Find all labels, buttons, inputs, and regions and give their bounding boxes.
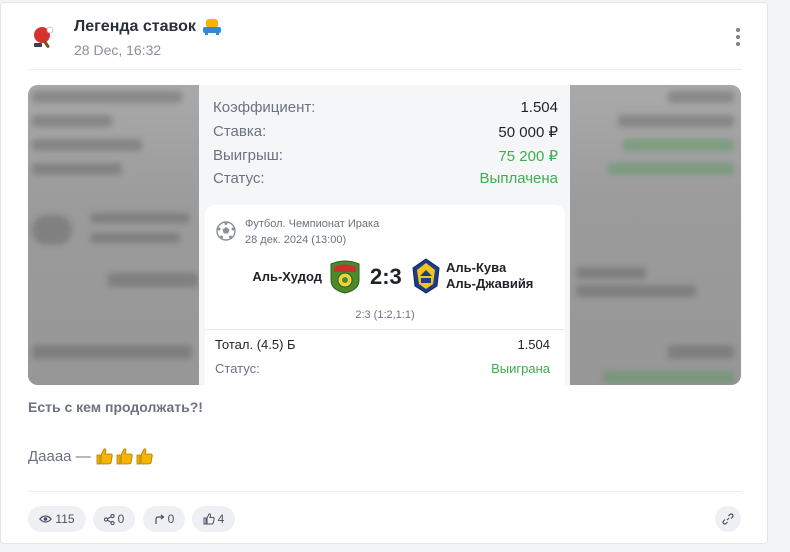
event-card: Футбол. Чемпионат Ирака 28 дек. 2024 (13… bbox=[205, 205, 565, 385]
match-score: 2:3 bbox=[370, 264, 402, 289]
stake-value: 50 000 ₽ bbox=[498, 124, 558, 141]
post-card: Легенда ставок 28 Dec, 16:32 Коэффициент… bbox=[0, 2, 768, 544]
footer-divider bbox=[28, 491, 742, 492]
event-status-row: Статус: Выиграна bbox=[215, 361, 550, 376]
link-button[interactable] bbox=[715, 506, 741, 532]
seat-emoji-icon bbox=[202, 19, 221, 35]
views-counter[interactable]: 115 bbox=[28, 506, 86, 532]
share-count: 0 bbox=[117, 512, 125, 526]
coef-label: Коэффициент: bbox=[213, 99, 316, 116]
more-vertical-icon[interactable] bbox=[728, 25, 748, 49]
thumbs-up-icon bbox=[203, 513, 215, 525]
likes-count: 4 bbox=[217, 512, 225, 526]
away-team: Аль-Кува Аль-Джавийя bbox=[446, 260, 533, 292]
post-body: Даааа — bbox=[28, 447, 155, 465]
post-date: 28 Dec, 16:32 bbox=[74, 42, 162, 58]
status-value: Выплачена bbox=[479, 170, 558, 187]
market-label: Тотал. (4.5) Б bbox=[215, 337, 296, 352]
status-row: Статус: Выплачена bbox=[213, 170, 558, 187]
market-value: 1.504 bbox=[517, 337, 550, 352]
forward-button[interactable]: 0 bbox=[143, 506, 185, 532]
forward-count: 0 bbox=[167, 512, 175, 526]
event-date: 28 дек. 2024 (13:00) bbox=[245, 234, 347, 246]
stake-row: Ставка: 50 000 ₽ bbox=[213, 123, 558, 141]
post-body-text: Даааа — bbox=[28, 447, 91, 465]
channel-name-text: Легенда ставок bbox=[74, 18, 196, 35]
bet-screenshot-image[interactable]: Коэффициент: 1.504 Ставка: 50 000 ₽ Выиг… bbox=[28, 85, 741, 385]
views-count: 115 bbox=[55, 512, 75, 526]
market-row: Тотал. (4.5) Б 1.504 bbox=[215, 337, 550, 352]
header-divider bbox=[28, 69, 742, 70]
win-row: Выигрыш: 75 200 ₽ bbox=[213, 147, 558, 165]
halves-score: 2:3 (1:2,1:1) bbox=[355, 309, 415, 321]
away-team-line2: Аль-Джавийя bbox=[446, 276, 534, 291]
win-label: Выигрыш: bbox=[213, 147, 283, 164]
forward-icon bbox=[155, 514, 165, 524]
away-team-line1: Аль-Кува bbox=[446, 260, 507, 275]
league-name: Футбол. Чемпионат Ирака bbox=[245, 218, 380, 230]
home-team: Аль-Худод bbox=[252, 269, 322, 284]
share-button[interactable]: 0 bbox=[93, 506, 135, 532]
ping-pong-icon[interactable] bbox=[30, 23, 58, 51]
coef-row: Коэффициент: 1.504 bbox=[213, 99, 558, 116]
share-icon bbox=[103, 513, 115, 525]
away-team-crest-icon bbox=[412, 258, 440, 294]
event-status-value: Выиграна bbox=[491, 361, 550, 376]
like-button[interactable]: 4 bbox=[192, 506, 235, 532]
status-label: Статус: bbox=[213, 170, 265, 187]
event-divider bbox=[205, 329, 565, 330]
eye-icon bbox=[39, 515, 53, 523]
home-team-crest-icon bbox=[330, 260, 360, 294]
win-value: 75 200 ₽ bbox=[498, 148, 558, 165]
bet-slip: Коэффициент: 1.504 Ставка: 50 000 ₽ Выиг… bbox=[199, 85, 570, 385]
link-icon bbox=[722, 513, 734, 525]
thumbs-up-emoji-icon bbox=[96, 448, 153, 465]
channel-name[interactable]: Легенда ставок bbox=[74, 18, 222, 36]
post-title: Есть с кем продолжать?! bbox=[28, 399, 203, 415]
coef-value: 1.504 bbox=[520, 99, 558, 116]
soccer-ball-icon bbox=[216, 221, 236, 241]
event-status-label: Статус: bbox=[215, 361, 260, 376]
stake-label: Ставка: bbox=[213, 123, 267, 140]
